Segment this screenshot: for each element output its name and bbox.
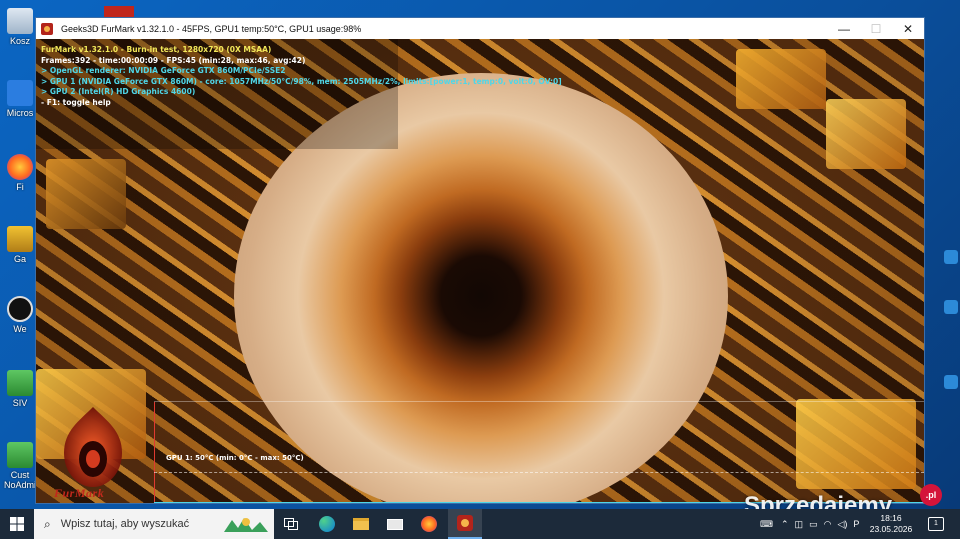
maximize-button[interactable]: ☐ [860,18,892,39]
siv-icon [7,370,33,396]
title-bar[interactable]: Geeks3D FurMark v1.32.1.0 - 45FPS, GPU1 … [36,18,924,39]
temperature-label: GPU 1: 50°C (min: 0°C - max: 50°C) [166,454,304,462]
furmark-taskbar-button[interactable] [448,509,482,539]
desktop-icon-microsoft[interactable]: Micros [0,80,40,118]
cube-tile [736,49,826,109]
furmark-logo-icon [64,407,122,487]
desktop-icon-label: Micros [6,108,34,118]
desktop-top-icon[interactable] [104,6,134,18]
file-explorer-button[interactable] [344,509,378,539]
web-app-icon [7,296,33,322]
desktop-icon-web[interactable]: We [0,296,40,334]
notification-center-button[interactable]: 1 [928,517,944,531]
volume-icon[interactable]: ◁) [837,519,847,530]
task-view-button[interactable] [274,509,308,539]
clock-time: 18:16 [880,513,902,523]
desktop-icon-label: NoAdmi [3,480,36,490]
furmark-window[interactable]: Geeks3D FurMark v1.32.1.0 - 45FPS, GPU1 … [36,18,924,503]
hud-help-line: - F1: toggle help [41,97,111,107]
chevron-up-icon[interactable]: ⌃ [781,519,789,530]
temperature-line [154,472,924,473]
furmark-logo [52,401,134,497]
wifi-icon[interactable]: ◠ [824,519,832,530]
search-icon: ⌕ [44,516,51,531]
desktop-icon-label: SIV [12,398,28,408]
desktop-icon-game[interactable]: Ga [0,226,40,264]
desktop-icon-label: Kosz [9,36,30,46]
cube-tile [826,99,906,169]
network-icon[interactable]: ◫ [795,519,804,530]
furmark-icon [457,515,473,531]
microsoft-app-icon [7,80,33,106]
window-title: Geeks3D FurMark v1.32.1.0 - 45FPS, GPU1 … [61,23,362,34]
search-highlight-icon [224,518,268,532]
desktop-edge-icon[interactable] [944,375,958,389]
task-view-icon [284,518,298,530]
recycle-bin-icon [7,8,33,34]
game-icon [7,226,33,252]
desktop-icon-label: Ga [13,254,26,264]
firefox-icon [7,154,33,180]
desktop-icon-siv[interactable]: SIV [0,370,40,408]
taskbar-clock[interactable]: 18:16 23.05.2026 [868,513,914,535]
desktop-icon-custom[interactable]: Cust NoAdmi [0,442,40,490]
desktop-icon-recycle-bin[interactable]: Kosz [0,8,40,46]
minimize-button[interactable]: — [828,18,860,39]
hud-overlay: FurMark v1.32.1.0 - Burn-in test, 1280x7… [41,45,562,109]
clock-date: 23.05.2026 [869,524,913,534]
desktop-icon-firefox[interactable]: Fi [0,154,40,192]
hud-gpu1-line: > GPU 1 (NVIDIA GeForce GTX 860M) - core… [41,76,562,86]
desktop-edge-icon[interactable] [944,250,958,264]
hud-frames-line: Frames:392 - time:00:00:09 - FPS:45 (min… [41,55,306,65]
desktop-icon-label: Fi [16,182,24,192]
hud-gpu2-line: > GPU 2 (Intel(R) HD Graphics 4600) [41,87,196,97]
furmark-app-icon [41,22,53,35]
search-input[interactable]: Wpisz tutaj, aby wyszukać [61,518,189,530]
start-button[interactable] [0,509,34,539]
render-viewport: FurMark v1.32.1.0 - Burn-in test, 1280x7… [36,39,924,503]
firefox-button[interactable] [412,509,446,539]
file-explorer-icon [353,518,369,530]
edge-button[interactable] [310,509,344,539]
edge-icon [319,516,335,532]
shortcut-icon [7,442,33,468]
close-button[interactable]: ✕ [892,18,924,39]
mail-button[interactable] [378,509,412,539]
graph-axis [154,402,155,503]
battery-icon[interactable]: ▭ [809,519,818,530]
hud-title-line: FurMark v1.32.1.0 - Burn-in test, 1280x7… [41,45,272,54]
cube-tile [46,159,126,229]
firefox-icon [421,516,437,532]
desktop-icon-label: Cust [10,470,30,480]
search-box[interactable]: ⌕ Wpisz tutaj, aby wyszukać [34,509,274,539]
taskbar: ⌕ Wpisz tutaj, aby wyszukać ⌨ ⌃ ◫ ▭ ◠ ◁)… [0,509,960,539]
hud-renderer-line: > OpenGL renderer: NVIDIA GeForce GTX 86… [41,66,286,76]
desktop-icon-label: We [13,324,27,334]
temperature-graph: GPU 1: 50°C (min: 0°C - max: 50°C) [154,401,924,503]
keyboard-icon[interactable]: ⌨ [760,519,773,530]
windows-icon [10,517,24,531]
watermark-badge: .pl [920,484,942,506]
mail-icon [387,518,403,530]
furmark-logo-text: FurMark [54,486,105,500]
desktop-edge-icon[interactable] [944,300,958,314]
language-icon[interactable]: P [853,519,859,529]
system-tray: ⌨ ⌃ ◫ ▭ ◠ ◁) P [760,509,859,539]
